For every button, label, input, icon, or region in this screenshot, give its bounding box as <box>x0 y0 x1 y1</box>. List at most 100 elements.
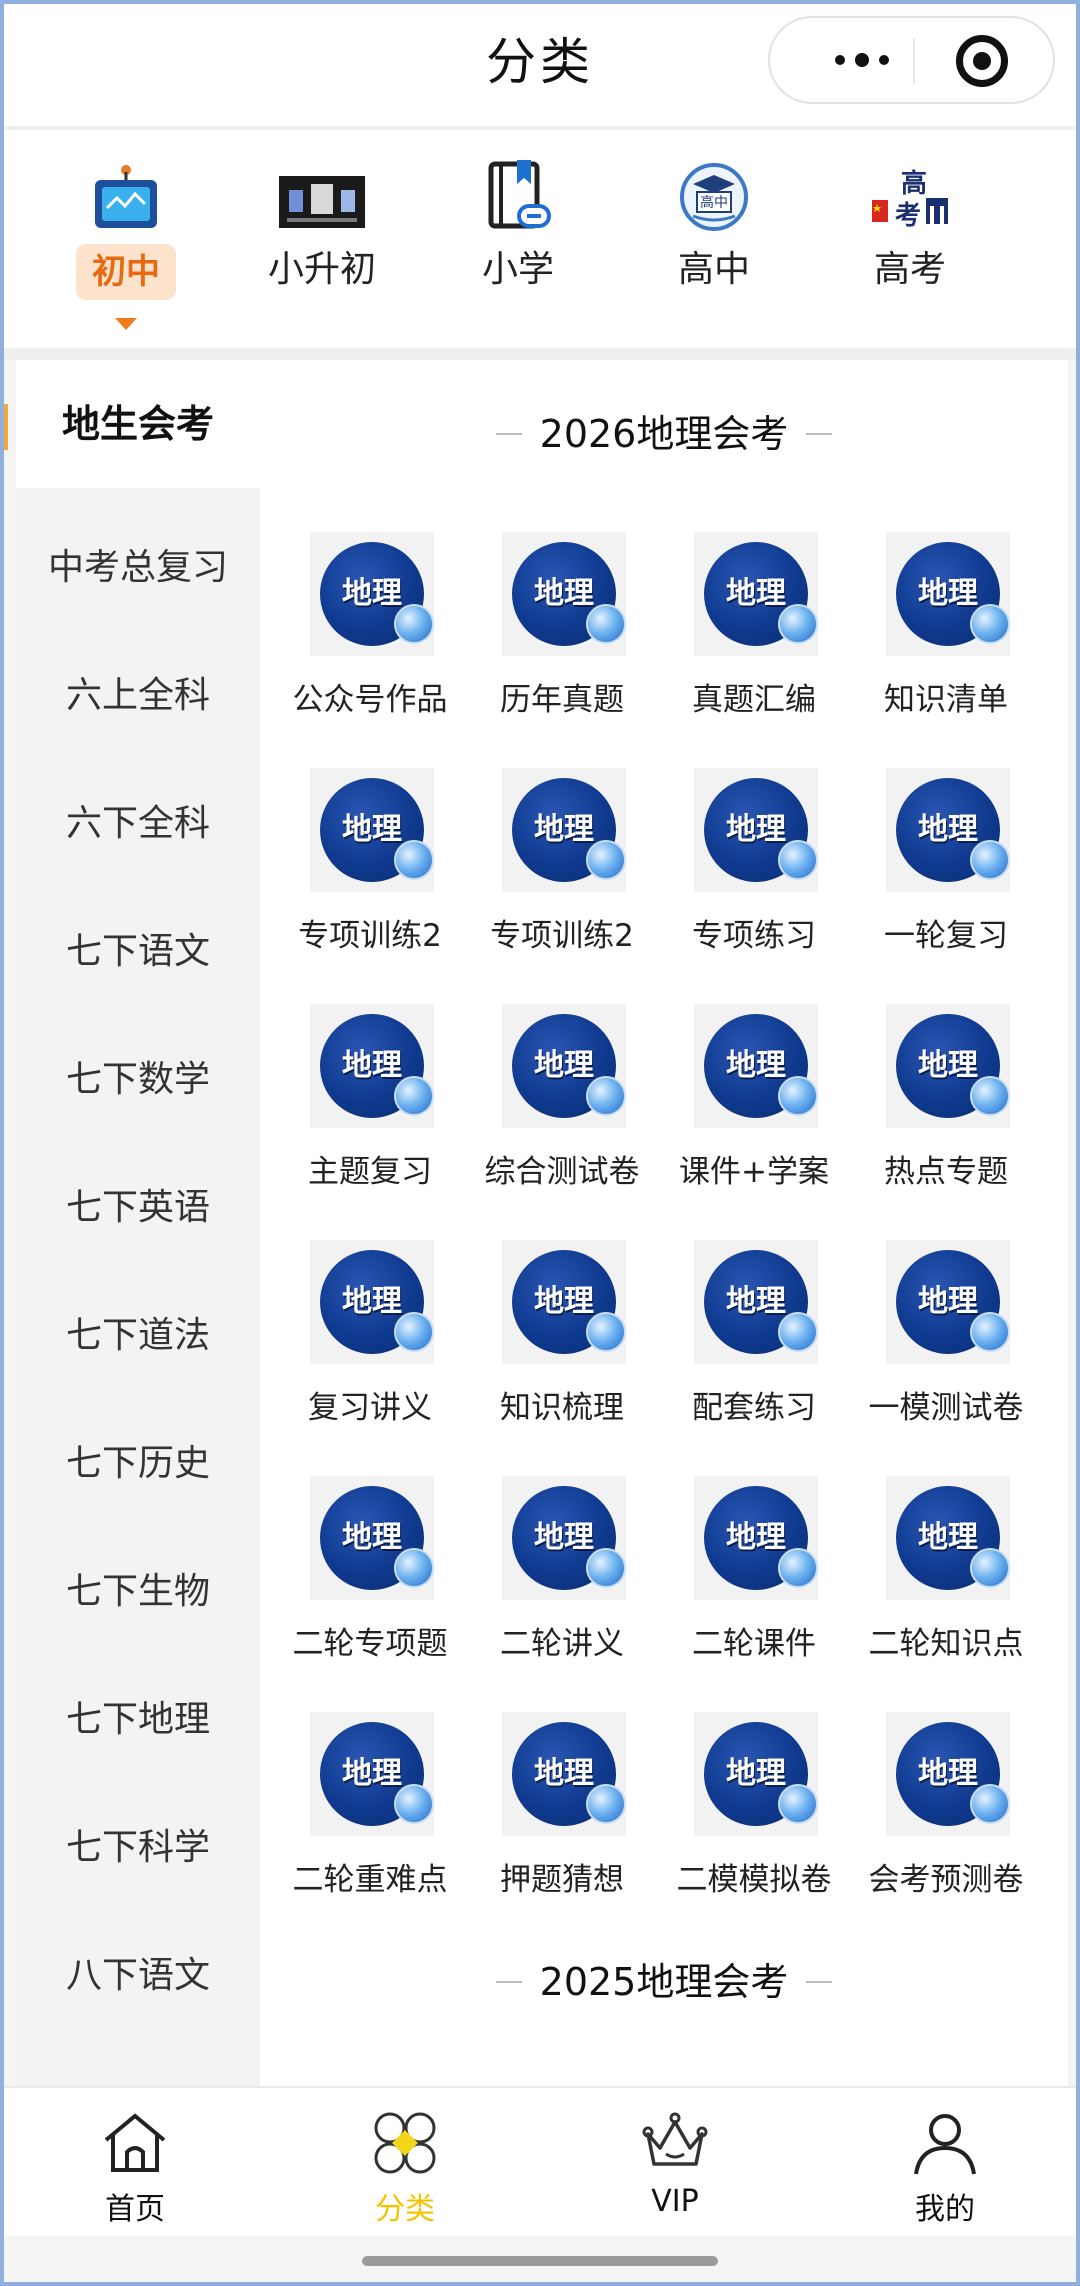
bottom-tab-bar: 首页 分类 VIP 我的 <box>0 2086 1080 2236</box>
sidebar-item-disheng-huikao[interactable]: 地生会考 <box>0 360 260 488</box>
category-item[interactable]: 地理 二模模拟卷 <box>658 1712 850 1948</box>
sidebar-item[interactable]: 七下地理 <box>16 1656 260 1784</box>
globe-icon <box>778 1784 818 1824</box>
sidebar-item[interactable]: 六上全科 <box>16 632 260 760</box>
level-tab-xiaoxue[interactable]: 小学 <box>420 130 616 348</box>
category-item[interactable]: 地理 二轮重难点 <box>274 1712 466 1948</box>
category-item[interactable]: 地理 历年真题 <box>466 532 658 768</box>
category-item-label: 配套练习 <box>692 1390 816 1426</box>
level-tab-gaokao[interactable]: 高 考 高考 <box>812 130 1008 348</box>
xiaoshengchu-banner-icon <box>279 176 365 228</box>
globe-icon <box>778 840 818 880</box>
globe-icon <box>970 1784 1010 1824</box>
geography-icon: 地理 <box>310 1712 434 1836</box>
level-tab-xiaoshengchu[interactable]: 小升初 <box>224 130 420 348</box>
category-item[interactable]: 地理 二轮讲义 <box>466 1476 658 1712</box>
geography-icon: 地理 <box>694 1004 818 1128</box>
sidebar-item[interactable]: 七下道法 <box>16 1272 260 1400</box>
sidebar-item[interactable]: 七下英语 <box>16 1144 260 1272</box>
icon-text: 地理 <box>726 1756 786 1791</box>
tab-mine[interactable]: 我的 <box>810 2088 1080 2238</box>
globe-icon <box>586 1548 626 1588</box>
home-indicator[interactable] <box>362 2256 718 2266</box>
capsule-divider <box>913 38 915 84</box>
category-item-label: 二模模拟卷 <box>676 1862 832 1898</box>
geography-icon: 地理 <box>502 1712 626 1836</box>
sidebar-item[interactable]: 七下科学 <box>16 1784 260 1912</box>
category-item[interactable]: 地理 真题汇编 <box>658 532 850 768</box>
category-item-label: 二轮讲义 <box>500 1626 624 1662</box>
geography-icon: 地理 <box>310 1004 434 1128</box>
sidebar-item[interactable]: 七下数学 <box>16 1016 260 1144</box>
section-divider <box>0 348 1080 360</box>
category-item-label: 一模测试卷 <box>868 1390 1024 1426</box>
icon-text: 地理 <box>534 1756 594 1791</box>
globe-icon <box>586 1312 626 1352</box>
more-button[interactable] <box>812 18 912 102</box>
category-item[interactable]: 地理 专项训练2 <box>466 768 658 1004</box>
tab-label: 我的 <box>915 2192 975 2227</box>
category-item-label: 课件+学案 <box>679 1154 829 1190</box>
globe-icon <box>586 840 626 880</box>
category-item[interactable]: 地理 知识梳理 <box>466 1240 658 1476</box>
category-item[interactable]: 地理课件+学案 <box>658 1004 850 1240</box>
category-content: 2026地理会考 地理 公众号作品 地理 历年真题 地理 真题汇编 地理 知识清单 地理 专项训练… <box>260 360 1068 2086</box>
sidebar-item[interactable]: 七下语文 <box>16 888 260 1016</box>
globe-icon <box>394 1784 434 1824</box>
category-item[interactable]: 地理 复习讲义 <box>274 1240 466 1476</box>
sidebar-item[interactable]: 中考总复习 <box>16 504 260 632</box>
level-tabs: 初中 小升初 小学 高中 高中 高 考 高考 <box>0 126 1080 348</box>
category-item[interactable]: 地理 一模测试卷 <box>850 1240 1042 1476</box>
icon-text: 地理 <box>726 812 786 847</box>
category-item[interactable]: 地理 主题复习 <box>274 1004 466 1240</box>
icon-text: 地理 <box>918 1756 978 1791</box>
globe-icon <box>778 604 818 644</box>
profile-icon <box>914 2114 976 2175</box>
more-dot-icon <box>835 55 845 65</box>
icon-text: 地理 <box>342 1284 402 1319</box>
close-miniprogram-icon[interactable] <box>956 35 1008 87</box>
level-tab-chuzhong[interactable]: 初中 <box>28 130 224 348</box>
category-item[interactable]: 地理 公众号作品 <box>274 532 466 768</box>
category-item-label: 主题复习 <box>308 1154 432 1190</box>
category-item[interactable]: 地理 二轮课件 <box>658 1476 850 1712</box>
category-item[interactable]: 地理 会考预测卷 <box>850 1712 1042 1948</box>
tab-label: 首页 <box>105 2192 165 2227</box>
tab-home[interactable]: 首页 <box>0 2088 270 2238</box>
geography-icon: 地理 <box>502 1004 626 1128</box>
category-item[interactable]: 地理 知识清单 <box>850 532 1042 768</box>
category-item-label: 二轮重难点 <box>292 1862 448 1898</box>
category-item[interactable]: 地理 一轮复习 <box>850 768 1042 1004</box>
sidebar-item[interactable]: 六下全科 <box>16 760 260 888</box>
globe-icon <box>970 604 1010 644</box>
level-tab-gaozhong[interactable]: 高中 高中 <box>616 130 812 348</box>
icon-text: 地理 <box>918 1520 978 1555</box>
category-item[interactable]: 地理 二轮专项题 <box>274 1476 466 1712</box>
top-bar: 分类 <box>0 0 1080 126</box>
category-item[interactable]: 地理 配套练习 <box>658 1240 850 1476</box>
icon-text: 地理 <box>726 576 786 611</box>
app-screen: 分类 初中 小升初 小学 高中 高中 高 考 高考 地生会考 中考总复习 六上全… <box>0 0 1080 2286</box>
tab-category[interactable]: 分类 <box>270 2088 540 2238</box>
tv-icon <box>95 165 157 228</box>
geography-icon: 地理 <box>502 1240 626 1364</box>
sidebar-item[interactable]: 七下历史 <box>16 1400 260 1528</box>
sidebar-item[interactable]: 八下语文 <box>16 1912 260 2040</box>
category-item[interactable]: 地理 专项练习 <box>658 768 850 1004</box>
globe-icon <box>394 1548 434 1588</box>
category-item-label: 专项练习 <box>692 918 816 954</box>
category-item[interactable]: 地理 专项训练2 <box>274 768 466 1004</box>
tab-vip[interactable]: VIP <box>540 2088 810 2238</box>
globe-icon <box>778 1076 818 1116</box>
geography-icon: 地理 <box>694 1712 818 1836</box>
category-item[interactable]: 地理 热点专题 <box>850 1004 1042 1240</box>
icon-text: 地理 <box>918 1284 978 1319</box>
sidebar-item[interactable]: 七下生物 <box>16 1528 260 1656</box>
category-item-label: 一轮复习 <box>884 918 1008 954</box>
icon-text: 地理 <box>342 576 402 611</box>
category-item[interactable]: 地理 二轮知识点 <box>850 1476 1042 1712</box>
section-header: 2025地理会考 <box>260 1950 1068 2014</box>
category-item[interactable]: 地理 综合测试卷 <box>466 1004 658 1240</box>
category-item[interactable]: 地理 押题猜想 <box>466 1712 658 1948</box>
level-tab-label: 高中 <box>677 249 750 290</box>
